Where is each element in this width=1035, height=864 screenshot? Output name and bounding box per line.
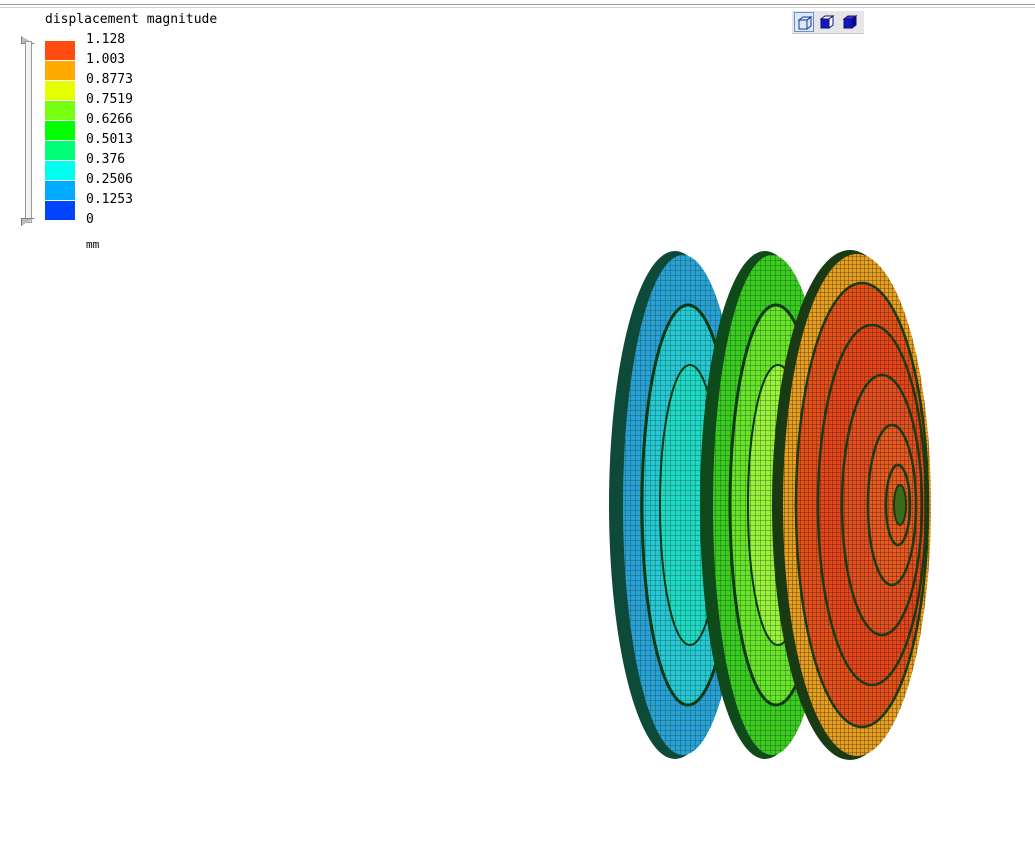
- fem-disc-model-viewport[interactable]: [0, 0, 1035, 864]
- front-disc: [772, 250, 931, 760]
